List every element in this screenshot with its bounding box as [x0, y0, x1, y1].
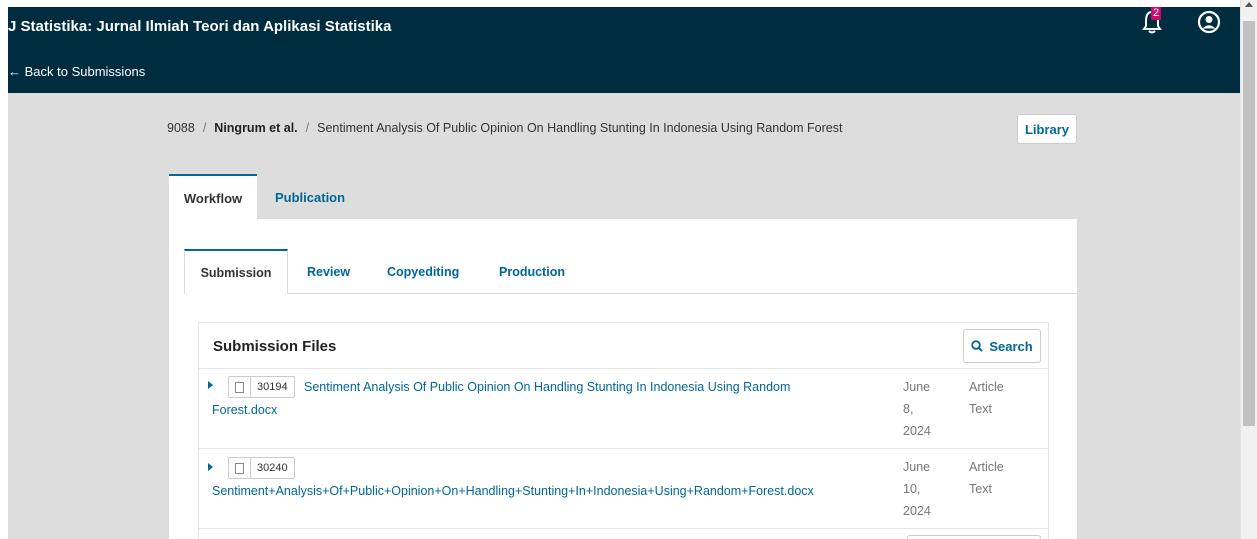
breadcrumb: 9088 / Ningrum et al. / Sentiment Analysis O…: [167, 121, 842, 135]
subtab-production[interactable]: Production: [499, 249, 565, 294]
submission-files-title: Submission Files: [213, 338, 337, 355]
file-id: 30240: [257, 462, 288, 474]
subtab-review[interactable]: Review: [307, 249, 350, 294]
breadcrumb-title: Sentiment Analysis Of Public Opinion On …: [317, 121, 843, 135]
expand-row-icon[interactable]: [208, 463, 213, 471]
file-id: 30194: [257, 381, 288, 393]
document-icon: [235, 462, 244, 474]
row-divider: [199, 528, 1048, 529]
file-id-badge: 30194: [228, 376, 295, 398]
back-to-submissions-link[interactable]: ← Back to Submissions: [8, 64, 145, 79]
left-strip: [0, 0, 8, 539]
search-icon: [971, 340, 984, 352]
file-type: Text: [969, 482, 992, 496]
document-icon: [235, 381, 244, 393]
tab-publication[interactable]: Publication: [269, 174, 345, 220]
file-date: 10,: [903, 482, 921, 496]
row-divider: [199, 448, 1048, 449]
breadcrumb-separator: /: [305, 121, 310, 135]
file-date: 8,: [903, 402, 914, 416]
subtab-submission[interactable]: Submission: [184, 249, 288, 294]
user-profile-icon[interactable]: [1197, 10, 1221, 34]
file-type: Text: [969, 402, 992, 416]
header-bar: J Statistika: Jurnal Ilmiah Teori dan Ap…: [8, 7, 1240, 93]
file-name-link[interactable]: Forest.docx: [212, 399, 277, 421]
badge-divider: [250, 377, 251, 397]
tab-workflow[interactable]: Workflow: [169, 174, 257, 220]
notification-count-badge: 2: [1151, 7, 1161, 20]
file-date: June: [903, 460, 931, 474]
file-date: 2024: [903, 424, 931, 438]
library-button[interactable]: Library: [1017, 114, 1077, 144]
scroll-up-arrow-icon[interactable]: [1245, 2, 1253, 7]
breadcrumb-separator: /: [202, 121, 207, 135]
search-button-label: Search: [989, 338, 1033, 354]
file-type: Article: [969, 380, 1004, 394]
top-gap: [8, 0, 1240, 7]
subtab-copyediting[interactable]: Copyediting: [387, 249, 459, 294]
row-divider: [199, 368, 1048, 369]
file-date: 2024: [903, 504, 931, 518]
file-name-link[interactable]: Sentiment+Analysis+Of+Public+Opinion+On+…: [212, 480, 814, 502]
scrollbar-thumb[interactable]: [1243, 21, 1255, 426]
partially-visible-button[interactable]: [907, 535, 1041, 539]
vertical-scrollbar[interactable]: [1240, 0, 1257, 539]
file-name-link[interactable]: Sentiment Analysis Of Public Opinion On …: [304, 376, 790, 398]
expand-row-icon[interactable]: [208, 381, 213, 389]
file-id-badge: 30240: [228, 457, 295, 479]
journal-title[interactable]: J Statistika: Jurnal Ilmiah Teori dan Ap…: [8, 18, 391, 35]
file-type: Article: [969, 460, 1004, 474]
badge-divider: [250, 458, 251, 478]
search-button[interactable]: Search: [963, 329, 1041, 363]
app-window: J Statistika: Jurnal Ilmiah Teori dan Ap…: [0, 0, 1240, 539]
file-date: June: [903, 380, 931, 394]
breadcrumb-id: 9088: [167, 121, 195, 135]
breadcrumb-author: Ningrum et al.: [214, 121, 298, 135]
